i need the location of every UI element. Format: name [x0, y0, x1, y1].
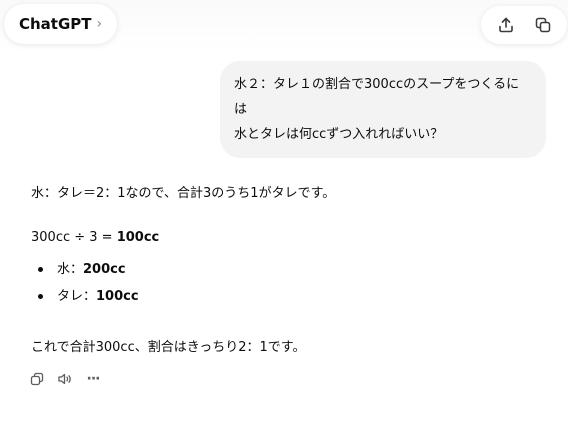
- list-item: タレ：100cc: [38, 287, 139, 314]
- share-button[interactable]: [491, 10, 521, 40]
- answer-bullet-list: 水：200cc タレ：100cc: [38, 260, 139, 314]
- item-label: 水：: [57, 262, 84, 277]
- model-name: ChatGPT: [19, 15, 92, 33]
- calculation-expression: 300cc ÷ 3 =: [31, 230, 117, 245]
- item-value: 100cc: [96, 289, 139, 304]
- user-message-bubble: 水２：タレ１の割合で300ccのスープをつくるには 水とタレは何ccずつ入れれば…: [220, 61, 546, 158]
- copy-button[interactable]: [26, 368, 48, 390]
- assistant-calculation: 300cc ÷ 3 = 100cc: [31, 230, 551, 245]
- copy-icon: [30, 372, 44, 386]
- user-message-line: 水２：タレ１の割合で300ccのスープをつくるには: [234, 77, 520, 117]
- model-selector-button[interactable]: ChatGPT ›: [4, 4, 118, 44]
- item-label: タレ：: [57, 289, 97, 304]
- assistant-intro: 水：タレ＝2：1なので、合計3のうち1がタレです。: [31, 186, 336, 201]
- assistant-conclusion: これで合計300cc、割合はきっちり2：1です。: [31, 340, 306, 355]
- message-actions: ···: [26, 367, 104, 391]
- calculation-result: 100cc: [116, 230, 160, 245]
- user-message-line: 水とタレは何ccずつ入れればいい？: [234, 127, 444, 142]
- header-actions: [481, 6, 567, 44]
- new-chat-icon: [535, 17, 550, 33]
- read-aloud-button[interactable]: [54, 368, 76, 390]
- new-chat-button[interactable]: [528, 10, 558, 40]
- more-options-button[interactable]: ···: [82, 368, 104, 390]
- item-value: 200cc: [83, 262, 126, 277]
- more-icon: ···: [86, 371, 101, 387]
- share-icon: [498, 17, 513, 33]
- chevron-right-icon: ›: [96, 16, 103, 32]
- read-aloud-icon: [58, 373, 71, 385]
- list-item: 水：200cc: [38, 260, 139, 287]
